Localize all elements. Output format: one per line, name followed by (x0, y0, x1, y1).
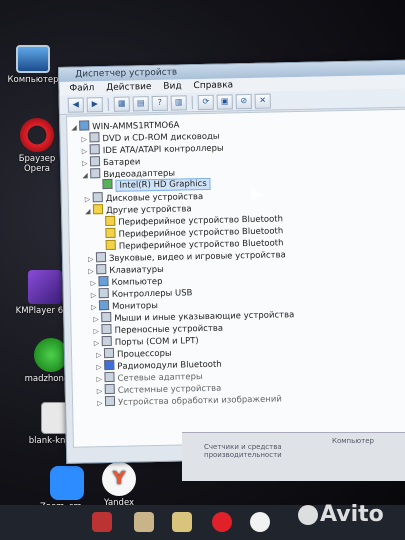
tree-node[interactable]: ▷ Контроллеры USB (91, 286, 193, 300)
avito-logo-icon (298, 505, 318, 525)
tree-node-selected[interactable]: Intel(R) HD Graphics (102, 177, 211, 192)
device-manager-window[interactable]: Диспетчер устройств Файл Действие Вид Сп… (58, 59, 405, 464)
system-device-icon (104, 383, 115, 395)
computer-icon (16, 45, 50, 73)
tree-node[interactable]: ▷ IDE ATA/ATAPI контроллеры (82, 142, 224, 157)
resources-icon[interactable]: ▥ (170, 94, 187, 111)
desktop-icon-label: Компьютер (7, 75, 59, 85)
collapse-arrow-icon[interactable]: ◢ (71, 123, 79, 134)
port-icon (101, 335, 112, 347)
disable-device-icon[interactable]: ⊘ (235, 93, 252, 109)
forward-icon[interactable]: ▶ (86, 96, 103, 112)
yandex-icon: Y (102, 462, 136, 496)
pane-text-left: Счетчики и средства производительности (204, 443, 282, 459)
desktop-icon-yandex[interactable]: Y Yandex (88, 462, 150, 508)
tree-node[interactable]: ▷ Порты (COM и LPT) (94, 334, 199, 348)
dvd-drive-icon (89, 132, 100, 143)
properties-icon[interactable]: ▤ (132, 95, 149, 111)
pane-text-right: Компьютер (332, 437, 374, 445)
tree-node[interactable]: ◢ Другие устройства (85, 202, 192, 217)
computer-icon (79, 120, 90, 131)
display-adapter-icon (90, 168, 101, 179)
toolbar-separator (191, 95, 193, 109)
usb-icon (98, 287, 109, 299)
disk-drive-icon (92, 192, 103, 203)
back-icon[interactable]: ◀ (67, 96, 84, 113)
menu-action[interactable]: Действие (106, 82, 152, 93)
menu-help[interactable]: Справка (193, 80, 233, 91)
tree-node[interactable]: ▷ Клавиатуры (88, 263, 164, 276)
update-driver-icon[interactable]: ▣ (216, 93, 233, 110)
gpu-icon (102, 178, 113, 190)
processor-icon (103, 347, 115, 359)
toolbar-separator (107, 97, 109, 111)
background-window[interactable]: Счетчики и средства производительности К… (182, 432, 405, 481)
scan-hardware-icon[interactable]: ⟳ (197, 94, 214, 110)
imaging-device-icon (104, 395, 116, 407)
tree-node[interactable]: ▷ Процессоры (96, 347, 172, 360)
kmplayer-icon (28, 270, 62, 304)
bluetooth-icon (104, 359, 115, 371)
warning-device-icon (105, 215, 116, 227)
other-devices-icon (92, 204, 104, 215)
tree-node[interactable]: ▷ Батареи (82, 155, 140, 168)
tree-node[interactable]: ▷ Компьютер (90, 275, 163, 288)
help-icon[interactable]: ? (151, 95, 168, 111)
tree-node[interactable]: ▷ Мониторы (91, 299, 158, 312)
watermark: Avito (298, 502, 384, 527)
folder-icon[interactable] (172, 512, 192, 532)
portable-device-icon (101, 323, 112, 335)
device-tree[interactable]: ◢ WIN-AMMS1RTMO6A ▷ DVD и CD-ROM дисководы… (66, 108, 405, 448)
collapse-arrow-icon[interactable]: ◢ (85, 206, 93, 217)
zoom-icon (50, 466, 84, 500)
desktop-icon-label: Браузер Opera (18, 154, 56, 174)
opera-icon[interactable] (212, 512, 232, 532)
tree-view-icon[interactable]: ▦ (113, 96, 130, 112)
collapse-arrow-icon[interactable]: ◢ (82, 170, 90, 181)
tree-root[interactable]: ◢ WIN-AMMS1RTMO6A (71, 118, 180, 134)
tree-node[interactable]: ▷ Переносные устройства (93, 322, 223, 336)
menu-view[interactable]: Вид (163, 81, 181, 91)
monitor-icon (98, 299, 110, 311)
yandex-icon[interactable] (250, 512, 270, 532)
taskbar-app-icon[interactable] (134, 512, 154, 532)
opera-icon (20, 118, 54, 152)
uninstall-device-icon[interactable]: ✕ (254, 93, 271, 109)
tree-node[interactable]: ▷ Радиомодули Bluetooth (96, 358, 222, 372)
warning-device-icon (105, 239, 116, 251)
taskbar-app-icon[interactable] (92, 512, 112, 532)
keyboard-icon (96, 264, 107, 275)
sound-icon (95, 252, 107, 263)
ide-controller-icon (89, 144, 100, 155)
computer-icon (98, 275, 109, 287)
expand-arrow-icon[interactable]: ▷ (97, 398, 105, 409)
tree-node[interactable]: ▷ Сетевые адаптеры (96, 370, 203, 384)
mouse-icon (101, 311, 112, 323)
menu-file[interactable]: Файл (69, 83, 94, 94)
warning-device-icon (105, 227, 116, 239)
network-adapter-icon (104, 371, 115, 383)
desktop-icon-computer[interactable]: Компьютер (2, 45, 64, 85)
battery-icon (89, 156, 101, 167)
